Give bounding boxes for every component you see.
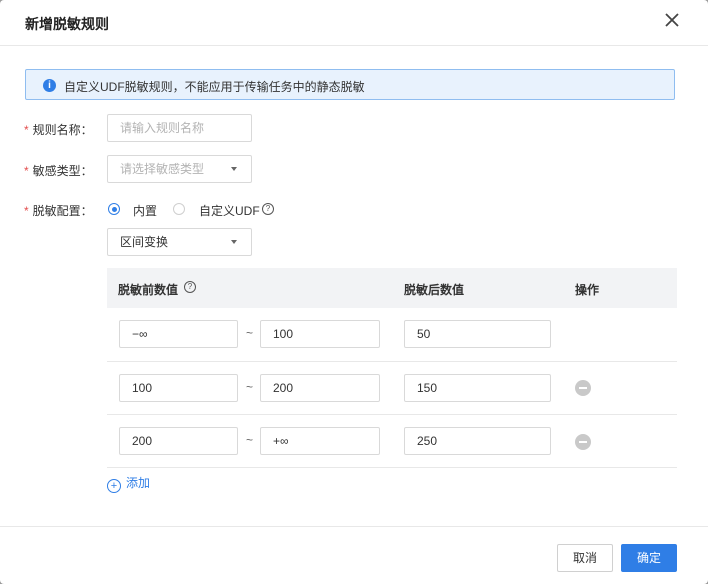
header-after: 脱敏后数值	[404, 283, 465, 297]
add-row-label: 添加	[126, 476, 151, 490]
rule-name-input[interactable]: 请输入规则名称	[107, 114, 252, 142]
plus-circle-icon: +	[107, 479, 121, 493]
header-before: 脱敏前数值	[118, 283, 179, 297]
help-icon[interactable]: ?	[262, 203, 274, 215]
chevron-down-icon	[231, 167, 237, 171]
help-icon[interactable]: ?	[184, 281, 196, 293]
sensitive-type-select[interactable]: 请选择敏感类型	[107, 155, 252, 183]
radio-builtin-label: 内置	[133, 204, 158, 218]
info-icon: i	[43, 79, 56, 92]
dialog-title: 新增脱敏规则	[25, 16, 109, 32]
info-text: 自定义UDF脱敏规则，不能应用于传输任务中的静态脱敏	[64, 80, 365, 94]
config-label: * 脱敏配置：	[24, 204, 93, 218]
masked-value-input[interactable]: 50	[404, 320, 551, 348]
dialog-header: 新增脱敏规则	[0, 0, 708, 46]
delete-row-icon[interactable]	[575, 380, 591, 396]
sensitive-type-label: * 敏感类型：	[24, 164, 93, 178]
header-action: 操作	[575, 283, 600, 297]
row-divider	[107, 414, 677, 415]
radio-custom-udf-label: 自定义UDF	[199, 204, 260, 218]
range-to-input[interactable]: 200	[260, 374, 380, 402]
range-from-input[interactable]: 100	[119, 374, 238, 402]
footer-divider	[0, 526, 708, 527]
range-separator: ~	[246, 380, 254, 394]
chevron-down-icon	[231, 240, 237, 244]
rule-name-label: * 规则名称：	[24, 123, 93, 137]
table-header: 脱敏前数值 ? 脱敏后数值 操作	[107, 268, 677, 308]
info-banner: i 自定义UDF脱敏规则，不能应用于传输任务中的静态脱敏	[25, 69, 675, 100]
rule-name-placeholder: 请输入规则名称	[120, 121, 205, 135]
range-to-input[interactable]: +∞	[260, 427, 380, 455]
row-divider	[107, 361, 677, 362]
masked-value-input[interactable]: 150	[404, 374, 551, 402]
sensitive-type-placeholder: 请选择敏感类型	[120, 162, 205, 176]
cancel-button[interactable]: 取消	[557, 544, 613, 572]
range-from-input[interactable]: −∞	[119, 320, 238, 348]
delete-row-icon[interactable]	[575, 434, 591, 450]
rule-dialog: 新增脱敏规则 i 自定义UDF脱敏规则，不能应用于传输任务中的静态脱敏 * 规则名…	[0, 0, 708, 584]
row-divider	[107, 467, 677, 468]
masked-value-input[interactable]: 250	[404, 427, 551, 455]
range-to-input[interactable]: 100	[260, 320, 380, 348]
radio-builtin[interactable]	[108, 203, 120, 215]
method-value: 区间变换	[120, 235, 169, 249]
confirm-button[interactable]: 确定	[621, 544, 677, 572]
add-row-button[interactable]: + 添加	[107, 474, 150, 493]
radio-custom-udf[interactable]	[173, 203, 185, 215]
close-icon[interactable]	[664, 12, 680, 28]
method-select[interactable]: 区间变换	[107, 228, 252, 256]
range-from-input[interactable]: 200	[119, 427, 238, 455]
range-separator: ~	[246, 433, 254, 447]
range-separator: ~	[246, 326, 254, 340]
